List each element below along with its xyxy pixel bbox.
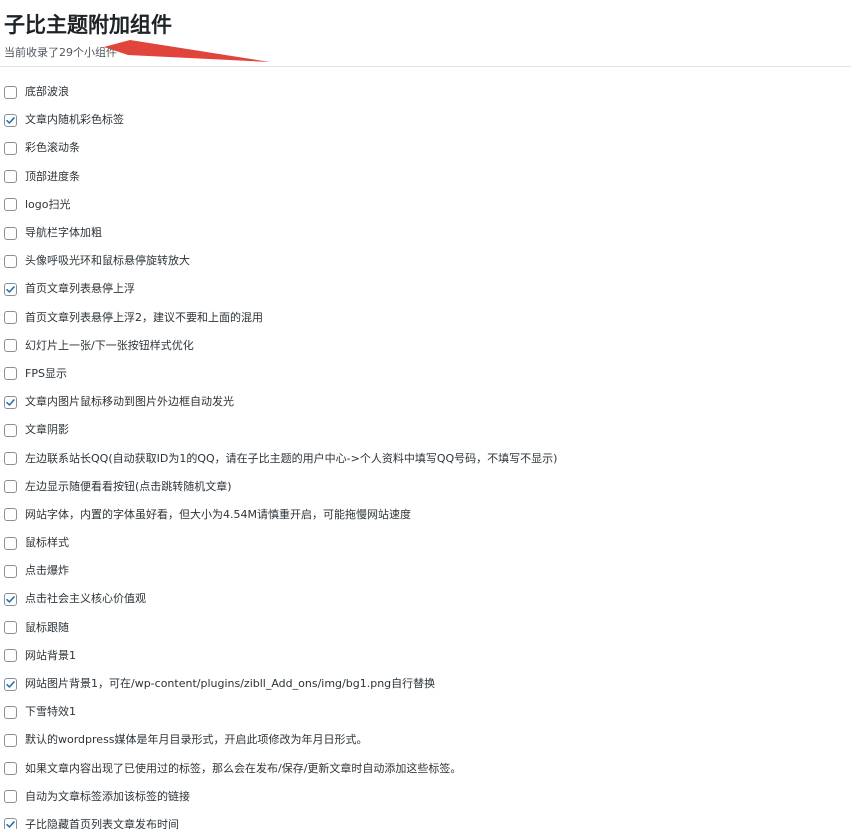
option-checkbox[interactable] bbox=[4, 85, 17, 99]
option-checkbox[interactable] bbox=[4, 113, 17, 127]
option-label[interactable]: 幻灯片上一张/下一张按钮样式优化 bbox=[25, 339, 194, 353]
option-label[interactable]: 左边显示随便看看按钮(点击跳转随机文章) bbox=[25, 480, 232, 494]
option-checkbox[interactable] bbox=[4, 677, 17, 691]
option-label[interactable]: 网站图片背景1，可在/wp-content/plugins/zibll_Add_… bbox=[25, 677, 435, 691]
option-checkbox[interactable] bbox=[4, 141, 17, 155]
checkmark-icon bbox=[6, 821, 15, 829]
option-row[interactable]: 左边显示随便看看按钮(点击跳转随机文章) bbox=[4, 473, 557, 501]
option-label[interactable]: 顶部进度条 bbox=[25, 170, 80, 184]
option-label[interactable]: 文章内随机彩色标签 bbox=[25, 113, 124, 127]
option-row[interactable]: 文章内随机彩色标签 bbox=[4, 106, 557, 134]
option-row[interactable]: 下雪特效1 bbox=[4, 698, 557, 726]
options-list: 底部波浪文章内随机彩色标签 彩色滚动条顶部进度条 logo扫光导航栏字体加粗头像呼吸… bbox=[4, 78, 557, 829]
option-checkbox[interactable] bbox=[4, 649, 17, 663]
option-row[interactable]: 文章阴影 bbox=[4, 416, 557, 444]
option-checkbox[interactable] bbox=[4, 621, 17, 635]
option-row[interactable]: 鼠标跟随 bbox=[4, 614, 557, 642]
option-row[interactable]: 头像呼吸光环和鼠标悬停旋转放大 bbox=[4, 247, 557, 275]
option-label[interactable]: 首页文章列表悬停上浮2，建议不要和上面的混用 bbox=[25, 311, 263, 325]
option-row[interactable]: 首页文章列表悬停上浮 bbox=[4, 275, 557, 303]
component-count-text: 当前收录了29个小组件 bbox=[4, 46, 117, 59]
option-row[interactable]: 鼠标样式 bbox=[4, 529, 557, 557]
option-row[interactable]: 左边联系站长QQ(自动获取ID为1的QQ，请在子比主题的用户中心->个人资料中填… bbox=[4, 444, 557, 472]
option-row[interactable]: 文章内图片鼠标移动到图片外边框自动发光 bbox=[4, 388, 557, 416]
option-checkbox[interactable] bbox=[4, 592, 17, 606]
option-label[interactable]: 默认的wordpress媒体是年月目录形式，开启此项修改为年月日形式。 bbox=[25, 733, 368, 747]
option-row[interactable]: 如果文章内容出现了已使用过的标签，那么会在发布/保存/更新文章时自动添加这些标签… bbox=[4, 755, 557, 783]
option-row[interactable]: 导航栏字体加粗 bbox=[4, 219, 557, 247]
option-checkbox[interactable] bbox=[4, 762, 17, 776]
option-row[interactable]: 首页文章列表悬停上浮2，建议不要和上面的混用 bbox=[4, 304, 557, 332]
option-row[interactable]: logo扫光 bbox=[4, 191, 557, 219]
option-row[interactable]: 幻灯片上一张/下一张按钮样式优化 bbox=[4, 332, 557, 360]
page-title: 子比主题附加组件 bbox=[4, 13, 172, 37]
checkmark-icon bbox=[6, 680, 15, 688]
checkmark-icon bbox=[6, 116, 15, 124]
option-label[interactable]: 文章阴影 bbox=[25, 423, 69, 437]
option-checkbox[interactable] bbox=[4, 508, 17, 522]
option-row[interactable]: 网站字体，内置的字体虽好看，但大小为4.54M请慎重开启，可能拖慢网站速度 bbox=[4, 501, 557, 529]
option-row[interactable]: 网站图片背景1，可在/wp-content/plugins/zibll_Add_… bbox=[4, 670, 557, 698]
option-checkbox[interactable] bbox=[4, 790, 17, 804]
option-label[interactable]: 头像呼吸光环和鼠标悬停旋转放大 bbox=[25, 254, 190, 268]
option-label[interactable]: 鼠标样式 bbox=[25, 536, 69, 550]
option-checkbox[interactable] bbox=[4, 254, 17, 268]
option-checkbox[interactable] bbox=[4, 170, 17, 184]
option-row[interactable]: 点击爆炸 bbox=[4, 557, 557, 585]
option-checkbox[interactable] bbox=[4, 198, 17, 212]
option-label[interactable]: 左边联系站长QQ(自动获取ID为1的QQ，请在子比主题的用户中心->个人资料中填… bbox=[25, 452, 557, 466]
option-checkbox[interactable] bbox=[4, 282, 17, 296]
option-label[interactable]: 网站背景1 bbox=[25, 649, 76, 663]
option-label[interactable]: 彩色滚动条 bbox=[25, 141, 80, 155]
option-label[interactable]: 如果文章内容出现了已使用过的标签，那么会在发布/保存/更新文章时自动添加这些标签… bbox=[25, 762, 461, 776]
option-row[interactable]: 自动为文章标签添加该标签的链接 bbox=[4, 783, 557, 811]
option-row[interactable]: 网站背景1 bbox=[4, 642, 557, 670]
option-checkbox[interactable] bbox=[4, 226, 17, 240]
option-label[interactable]: logo扫光 bbox=[25, 198, 71, 212]
option-label[interactable]: 鼠标跟随 bbox=[25, 621, 69, 635]
option-label[interactable]: 底部波浪 bbox=[25, 85, 69, 99]
option-label[interactable]: 自动为文章标签添加该标签的链接 bbox=[25, 790, 190, 804]
option-label[interactable]: 网站字体，内置的字体虽好看，但大小为4.54M请慎重开启，可能拖慢网站速度 bbox=[25, 508, 411, 522]
option-label[interactable]: 子比隐藏首页列表文章发布时间 bbox=[25, 818, 179, 829]
option-checkbox[interactable] bbox=[4, 480, 17, 494]
option-row[interactable]: 点击社会主义核心价值观 bbox=[4, 585, 557, 613]
option-checkbox[interactable] bbox=[4, 705, 17, 719]
option-checkbox[interactable] bbox=[4, 564, 17, 578]
option-checkbox[interactable] bbox=[4, 423, 17, 437]
option-row[interactable]: 默认的wordpress媒体是年月目录形式，开启此项修改为年月日形式。 bbox=[4, 726, 557, 754]
header-divider bbox=[0, 66, 851, 67]
option-row[interactable]: 顶部进度条 bbox=[4, 163, 557, 191]
option-label[interactable]: 点击社会主义核心价值观 bbox=[25, 592, 146, 606]
checkmark-icon bbox=[6, 596, 15, 603]
option-checkbox[interactable] bbox=[4, 367, 17, 381]
option-checkbox[interactable] bbox=[4, 311, 17, 325]
option-row[interactable]: 子比隐藏首页列表文章发布时间 bbox=[4, 811, 557, 829]
option-label[interactable]: 文章内图片鼠标移动到图片外边框自动发光 bbox=[25, 395, 234, 409]
checkmark-icon bbox=[6, 398, 15, 406]
option-row[interactable]: FPS显示 bbox=[4, 360, 557, 388]
option-label[interactable]: 导航栏字体加粗 bbox=[25, 226, 102, 240]
option-checkbox[interactable] bbox=[4, 733, 17, 747]
option-row[interactable]: 底部波浪 bbox=[4, 78, 557, 106]
checkmark-icon bbox=[6, 286, 15, 293]
option-checkbox[interactable] bbox=[4, 452, 17, 466]
option-label[interactable]: 首页文章列表悬停上浮 bbox=[25, 282, 135, 296]
option-label[interactable]: 下雪特效1 bbox=[25, 705, 76, 719]
option-checkbox[interactable] bbox=[4, 818, 17, 829]
option-checkbox[interactable] bbox=[4, 339, 17, 353]
option-label[interactable]: FPS显示 bbox=[25, 367, 67, 381]
option-checkbox[interactable] bbox=[4, 395, 17, 409]
option-checkbox[interactable] bbox=[4, 536, 17, 550]
option-label[interactable]: 点击爆炸 bbox=[25, 564, 69, 578]
option-row[interactable]: 彩色滚动条 bbox=[4, 134, 557, 162]
